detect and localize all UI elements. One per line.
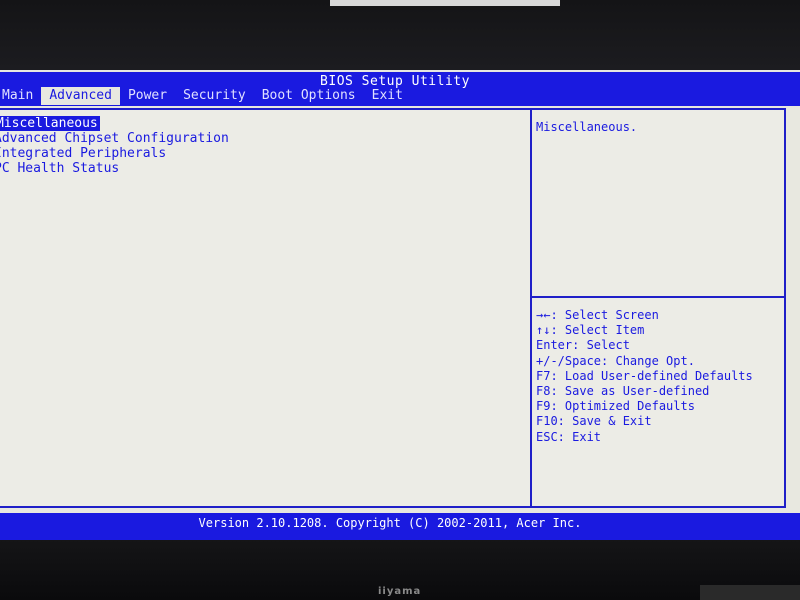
tab-boot-options[interactable]: Boot Options	[254, 87, 364, 105]
bios-screen: BIOS Setup Utility Main Advanced Power S…	[0, 70, 800, 540]
key-select-screen: →←: Select Screen	[536, 308, 659, 322]
monitor-brand-logo: iiyama	[378, 586, 422, 597]
status-bar: Version 2.10.1208. Copyright (C) 2002-20…	[0, 513, 800, 540]
menu-item-miscellaneous[interactable]: Miscellaneous	[0, 116, 229, 131]
panel-divider-vertical	[530, 108, 532, 508]
key-f8-save-user-defined: F8: Save as User-defined	[536, 384, 710, 399]
key-f10-save-exit: F10: Save & Exit	[536, 414, 652, 429]
tab-bar: Main Advanced Power Security Boot Option…	[0, 87, 411, 105]
key-enter-select: Enter: Select	[536, 338, 630, 353]
item-help-text: Miscellaneous.	[536, 120, 638, 134]
tab-exit[interactable]: Exit	[364, 87, 411, 105]
key-f7-load-defaults: F7: Load User-defined Defaults	[536, 368, 753, 383]
title-bar: BIOS Setup Utility Main Advanced Power S…	[0, 72, 800, 106]
monitor-bezel-top	[0, 0, 800, 70]
help-divider-horizontal	[532, 296, 786, 298]
menu-item-label: Miscellaneous	[0, 116, 100, 131]
key-select-item: ↑↓: Select Item	[536, 323, 645, 338]
desk-surface	[700, 585, 800, 600]
key-change-opt: +/-/Space: Change Opt.	[536, 353, 695, 368]
menu-item-integrated-peripherals[interactable]: Integrated Peripherals	[0, 146, 229, 161]
tab-advanced[interactable]: Advanced	[41, 87, 120, 105]
background-light	[330, 0, 560, 6]
tab-power[interactable]: Power	[120, 87, 175, 105]
key-esc-exit: ESC: Exit	[536, 429, 602, 444]
tab-security[interactable]: Security	[175, 87, 254, 105]
version-copyright-text: Version 2.10.1208. Copyright (C) 2002-20…	[198, 516, 582, 530]
key-legend: →←: Select Screen ↑↓: Select Item Enter:…	[536, 308, 753, 445]
menu-item-pc-health-status[interactable]: PC Health Status	[0, 161, 229, 176]
menu-item-advanced-chipset-configuration[interactable]: Advanced Chipset Configuration	[0, 131, 229, 146]
tab-main[interactable]: Main	[0, 87, 41, 105]
key-f9-optimized-defaults: F9: Optimized Defaults	[536, 399, 695, 414]
advanced-menu: Miscellaneous Advanced Chipset Configura…	[0, 116, 229, 176]
